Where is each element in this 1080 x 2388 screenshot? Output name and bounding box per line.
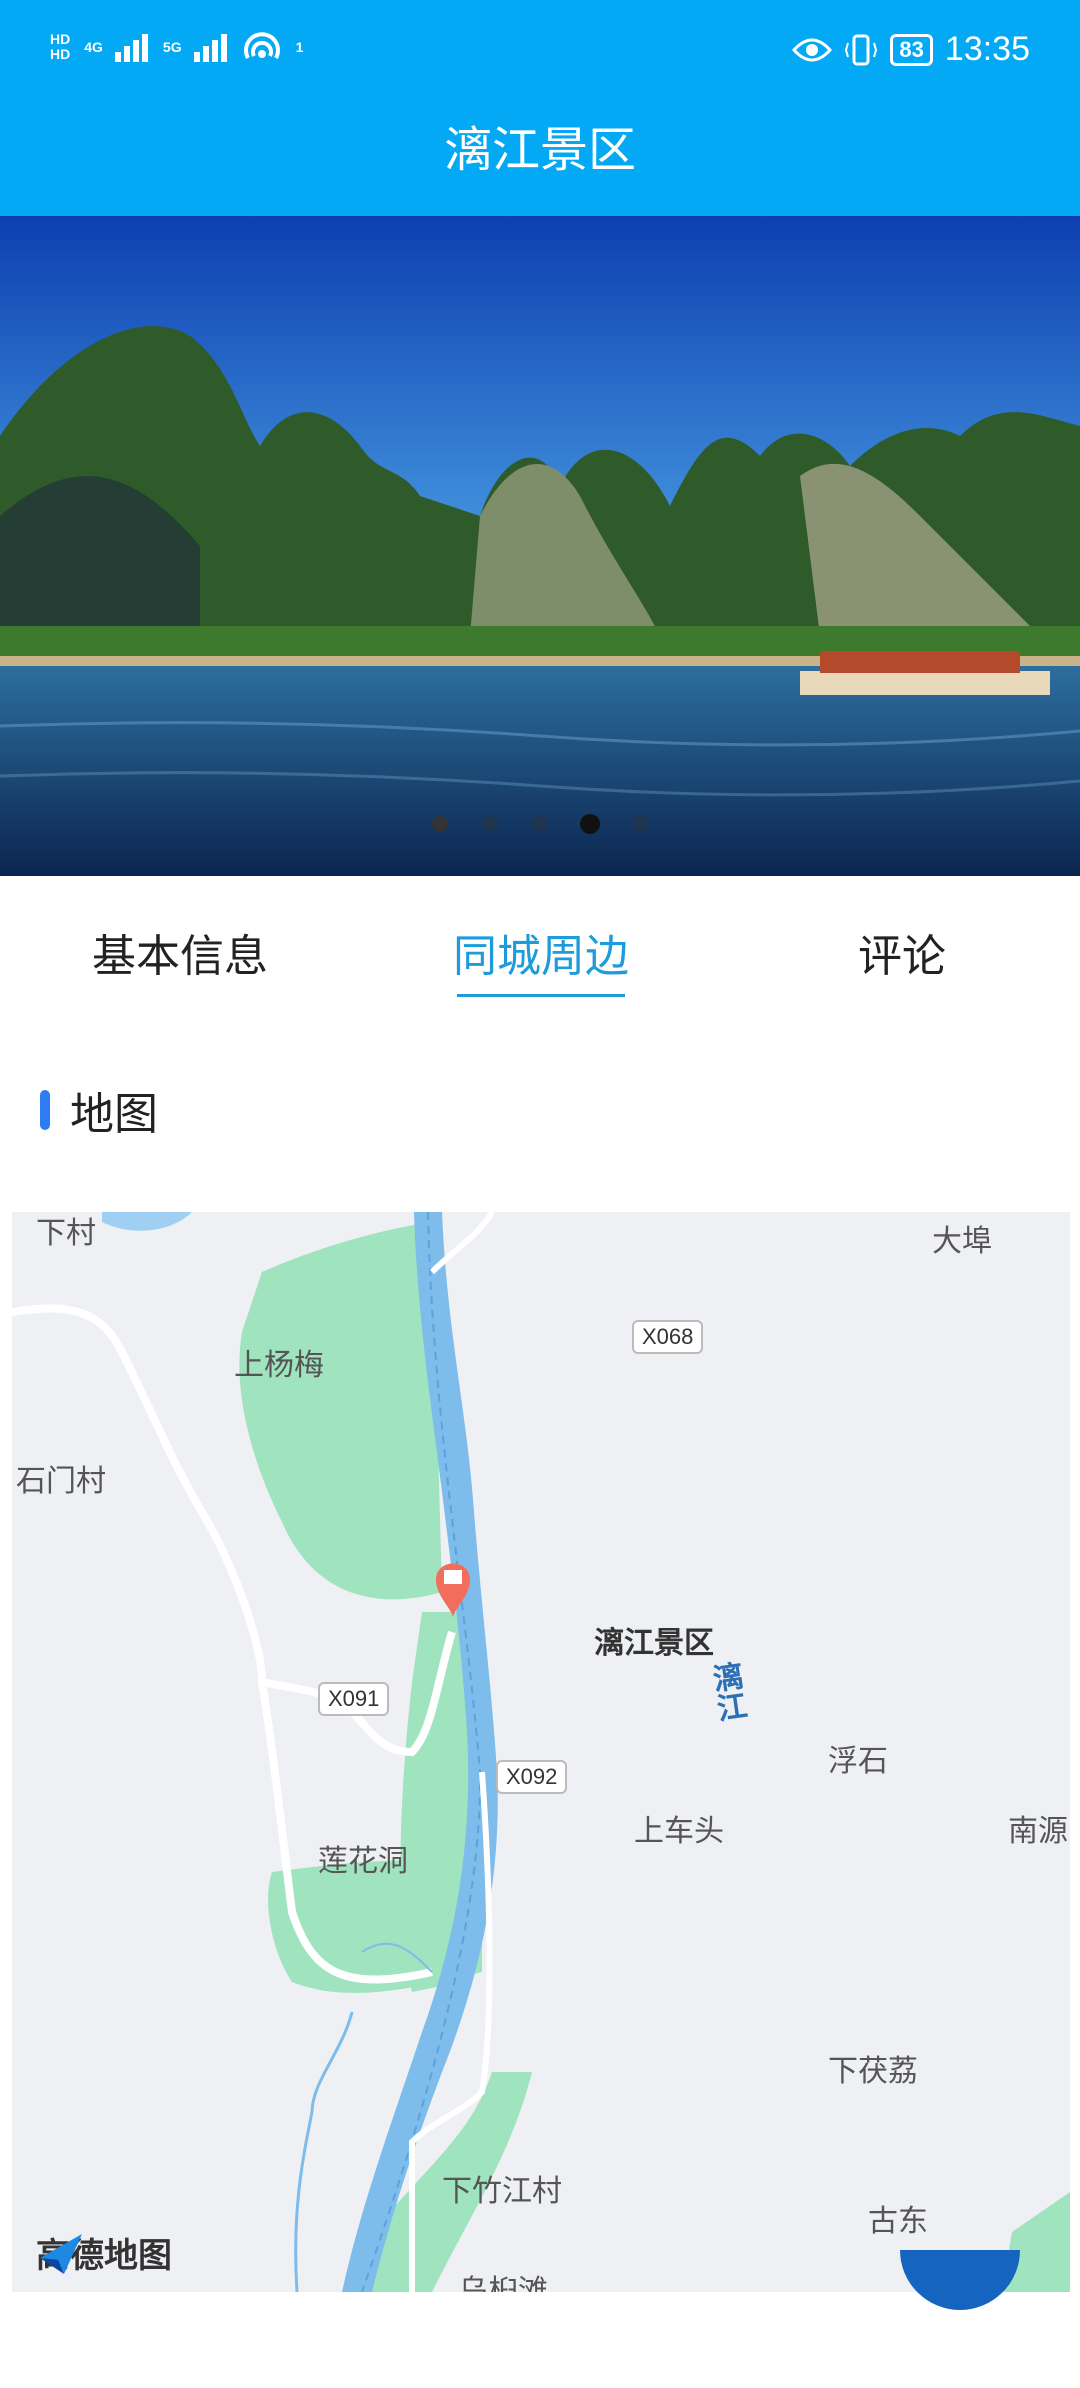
hotspot-icon [243,32,280,59]
map-place: 石门村 [16,1465,106,1498]
tab-active-indicator [457,994,625,997]
map-place: 乌桕滩 [458,2275,548,2292]
map-place: 下竹江村 [442,2175,562,2208]
landscape-image [0,216,1080,876]
carousel-dot[interactable] [432,816,448,832]
map-place: 古东 [868,2205,928,2238]
river-label: 漓江 [704,1659,748,1725]
tab-bar: 基本信息 同城周边 评论 [0,880,1080,1010]
hd-badges: HD HD [50,32,70,62]
map-place: 南源 [1008,1815,1068,1848]
map-view[interactable]: 下村 大埠 上杨梅 石门村 浮石 南源 莲花洞 上车头 下茯荔 下竹江村 古东 … [12,1212,1070,2292]
net-label-5g: 5G [162,39,182,55]
status-bar: HD HD 4G 5G 1 83 13:35 [0,0,1080,120]
carousel-dot[interactable] [632,816,648,832]
amap-logo-icon [40,2234,82,2274]
carousel-dot[interactable] [482,816,498,832]
map-brand: 高德地图 [36,2228,172,2277]
eye-icon [792,38,833,61]
floating-action-button[interactable] [900,2250,1020,2310]
battery-indicator: 83 [890,33,933,66]
carousel-dot-active[interactable] [580,814,600,834]
hd-badge-1: HD [50,31,71,47]
signal-icon-2 [193,34,227,62]
net-label-4g: 4G [84,39,103,55]
map-place: 莲花洞 [318,1845,408,1878]
road-label: X092 [496,1760,568,1794]
status-time: 13:35 [944,30,1030,68]
road-label: X091 [318,1682,390,1716]
section-accent-bar [40,1090,50,1130]
section-header: 地图 [40,1080,158,1140]
map-place: 上杨梅 [234,1349,324,1382]
map-place: 下茯荔 [828,2055,918,2088]
tab-comments[interactable]: 评论 [752,920,1052,984]
section-title: 地图 [70,1089,158,1140]
status-right: 83 13:35 [792,30,1030,69]
poi-label[interactable]: 漓江景区 [594,1618,714,1662]
status-left: HD HD 4G 5G 1 [50,30,303,64]
map-place: 浮石 [828,1745,888,1778]
tab-basic-info[interactable]: 基本信息 [30,920,330,984]
signal-icon [114,34,148,62]
tab-nearby[interactable]: 同城周边 [391,920,691,984]
hd-badge-2: HD [50,46,71,62]
road-label: X068 [632,1320,704,1354]
map-place: 下村 [36,1217,96,1250]
map-canvas [12,1212,1070,2292]
page-title: 漓江景区 [443,122,636,178]
map-place: 上车头 [634,1815,724,1848]
hotspot-count: 1 [295,39,304,55]
hero-banner[interactable] [0,216,1080,876]
map-place: 大埠 [932,1225,992,1258]
vibrate-icon [845,34,878,65]
carousel-dot[interactable] [532,816,548,832]
app-header: HD HD 4G 5G 1 83 13:35 漓江景区 [0,0,1080,216]
